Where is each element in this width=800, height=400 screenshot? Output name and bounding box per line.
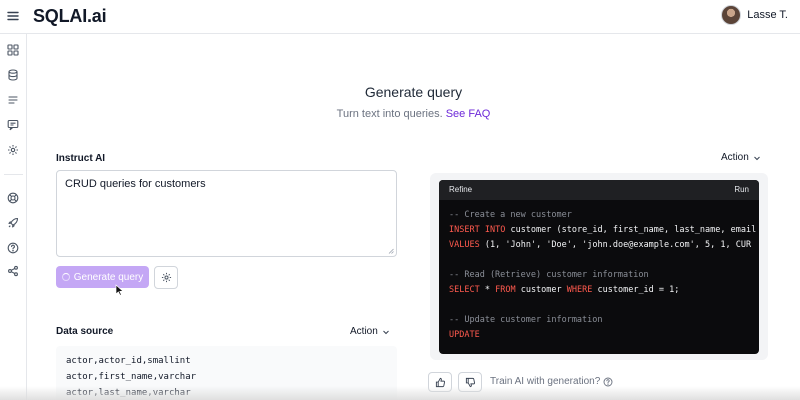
query-settings-button[interactable] [154,266,178,289]
support-icon[interactable] [7,192,19,204]
help-icon[interactable] [603,377,613,387]
page-title: Generate query [364,84,463,100]
share-icon[interactable] [7,265,19,277]
chat-icon[interactable] [7,119,19,131]
generate-button-label: Generate query [73,271,144,283]
gear-icon[interactable] [7,144,19,156]
chevron-down-icon [753,156,760,160]
database-icon[interactable] [7,69,19,81]
data-source-label: Data source [56,326,114,337]
thumbs-up-button[interactable] [428,372,452,392]
code-line: SELECT * FROM customer WHERE customer_id… [449,285,680,295]
run-tab[interactable]: Run [734,185,749,194]
sql-code[interactable]: -- Create a new customer INSERT INTO cust… [449,208,759,343]
sidebar [0,34,27,400]
help-icon[interactable] [7,242,19,254]
thumbs-down-icon [465,377,475,387]
thumbs-down-button[interactable] [458,372,482,392]
rocket-icon[interactable] [7,217,19,229]
refine-tab[interactable]: Refine [449,185,472,194]
prompt-input[interactable]: CRUD queries for customers [56,170,397,257]
code-line: -- Read (Retrieve) customer information [449,270,649,280]
faq-link[interactable]: See FAQ [446,108,491,120]
data-source-action-dropdown[interactable]: Action [350,326,390,337]
instruct-label: Instruct AI [56,153,106,164]
dashboard-icon[interactable] [7,44,19,56]
hamburger-menu-icon[interactable] [6,9,20,23]
schema-row: actor,first_name,varchar [66,372,197,382]
data-source-action-label: Action [350,326,378,337]
result-container: Refine Run -- Create a new customer INSER… [430,173,768,360]
top-bar: SQLAI.ai Lasse T. [0,0,800,34]
subtitle-text: Turn text into queries. [336,108,443,120]
feedback-text: Train AI with generation? [490,376,601,387]
chevron-down-icon [382,330,389,334]
generate-query-button[interactable]: Generate query [56,266,149,288]
schema-row: actor,actor_id,smallint [66,356,191,366]
code-line: INSERT INTO customer (store_id, first_na… [449,225,757,235]
resize-handle-icon[interactable] [388,248,394,254]
output-action-label: Action [721,152,749,163]
avatar [721,5,742,25]
user-menu[interactable]: Lasse T. [721,5,788,25]
code-line: -- Create a new customer [449,210,572,220]
output-action-dropdown[interactable]: Action [721,152,761,163]
feedback-prompt: Train AI with generation? [490,376,613,387]
sidebar-divider [4,174,23,175]
code-panel-header: Refine Run [439,180,759,200]
thumbs-up-icon [435,377,445,387]
app-logo[interactable]: SQLAI.ai [33,6,107,27]
mouse-cursor-icon [115,284,124,296]
code-line: VALUES (1, 'John', 'Doe', 'john.doe@exam… [449,240,752,250]
gear-icon [161,272,171,283]
data-source-schema[interactable]: actor,actor_id,smallint actor,first_name… [56,346,397,400]
user-name: Lasse T. [747,9,788,21]
page-subtitle: Turn text into queries. See FAQ [27,108,800,120]
sql-code-panel: Refine Run -- Create a new customer INSER… [439,180,759,354]
loading-spinner-icon [61,273,70,281]
prompt-value: CRUD queries for customers [65,178,206,190]
code-line: UPDATE [449,330,480,340]
code-line: -- Update customer information [449,315,603,325]
main-content: Generate query Turn text into queries. S… [27,34,800,400]
list-icon[interactable] [7,94,19,106]
schema-row: actor,last_name,varchar [66,388,191,398]
